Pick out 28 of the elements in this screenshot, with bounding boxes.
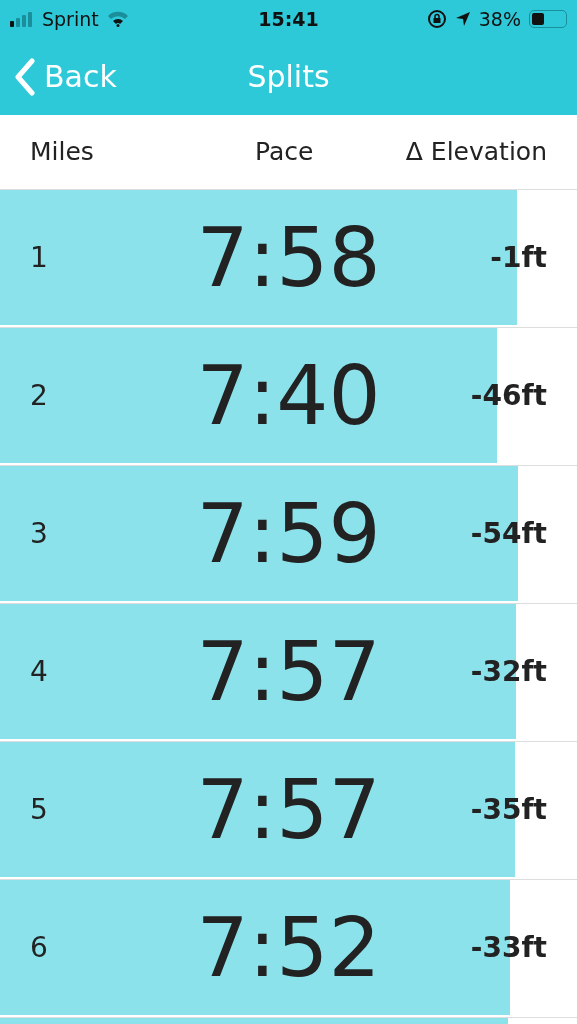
- signal-icon: [10, 11, 34, 27]
- mile-number: 3: [30, 517, 48, 550]
- wifi-icon: [106, 11, 129, 27]
- screen-title: Splits: [247, 59, 330, 94]
- pace-value: 7:52: [196, 900, 381, 995]
- pace-value: 7:40: [196, 348, 381, 443]
- pace-value: 7:58: [196, 210, 381, 305]
- mile-number: 5: [30, 793, 48, 826]
- pace-value: 7:59: [196, 486, 381, 581]
- mile-number: 4: [30, 655, 48, 688]
- column-header: Δ Elevation: [405, 136, 547, 166]
- elevation-change: -46ft: [470, 379, 547, 412]
- mile-number: 6: [30, 931, 48, 964]
- mile-number: 2: [30, 379, 48, 412]
- elevation-change: -1ft: [490, 241, 547, 274]
- mile-number: 1: [30, 241, 48, 274]
- chevron-left-icon: [14, 57, 36, 96]
- column-header: Pace: [255, 136, 314, 166]
- pace-value: 7:57: [196, 762, 381, 857]
- location-arrow-icon: [454, 11, 471, 27]
- column-header: Miles: [30, 136, 94, 166]
- battery-icon: [529, 10, 567, 28]
- carrier-name: Sprint: [42, 8, 99, 30]
- back-button[interactable]: Back: [0, 57, 117, 96]
- battery-percent: 38%: [478, 8, 521, 30]
- pace-value: 7:57: [196, 624, 381, 719]
- rotation-lock-icon: [426, 9, 447, 29]
- status-time: 15:41: [258, 8, 319, 30]
